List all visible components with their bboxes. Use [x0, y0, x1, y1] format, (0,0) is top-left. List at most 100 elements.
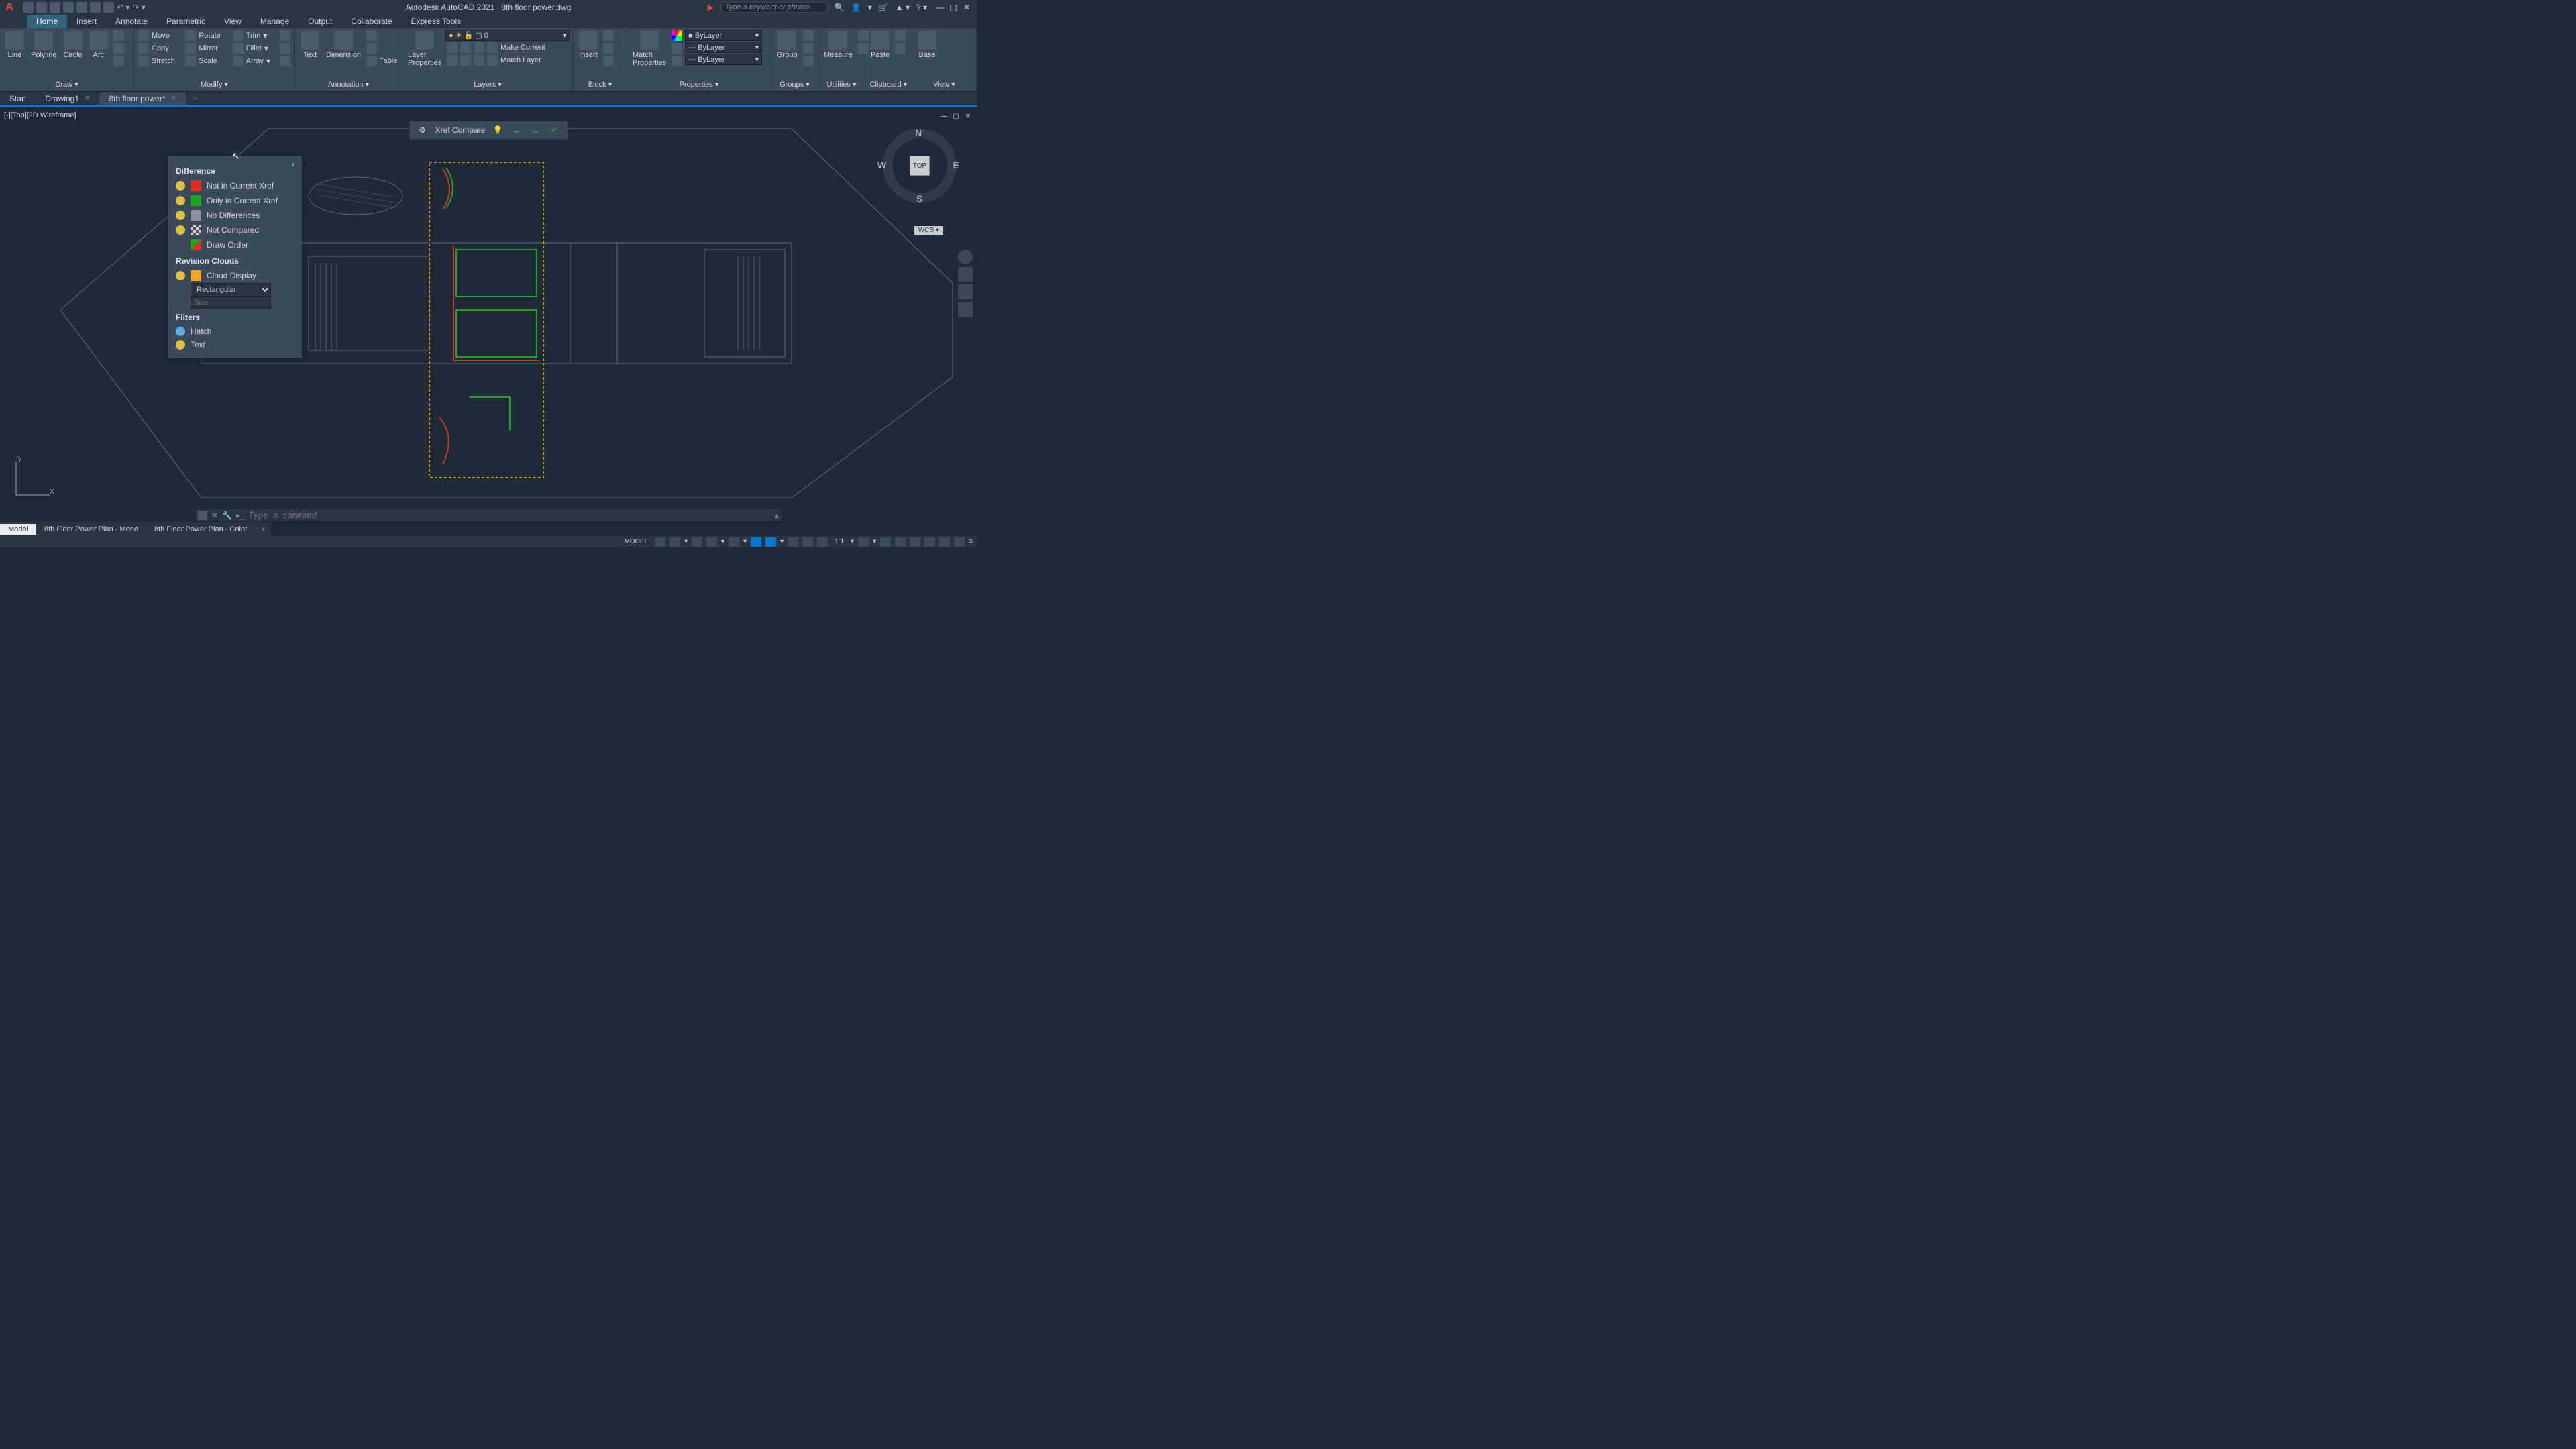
close-icon[interactable]: ✕	[85, 95, 90, 102]
lineweight-dropdown[interactable]: — ByLayer▾	[685, 42, 762, 53]
color-wheel-icon[interactable]	[670, 30, 684, 42]
array-button[interactable]: Array ▾	[231, 55, 277, 67]
no-differences-row[interactable]: No Differences	[176, 208, 294, 223]
tab-insert[interactable]: Insert	[67, 15, 106, 28]
circle-button[interactable]: Circle	[61, 30, 85, 60]
tab-express-tools[interactable]: Express Tools	[402, 15, 470, 28]
dimension-button[interactable]: Dimension	[323, 30, 364, 60]
qat-print-icon[interactable]	[103, 2, 114, 13]
status-cleanscreen-icon[interactable]	[954, 537, 965, 547]
bulb-icon[interactable]	[176, 196, 185, 205]
hatch-filter-row[interactable]: Hatch	[176, 325, 294, 338]
block-extra-2[interactable]	[602, 42, 615, 54]
viewcube-south[interactable]: S	[916, 193, 922, 204]
app-menu-dropdown[interactable]: ▾	[868, 3, 872, 12]
layout-tab-add[interactable]: +	[256, 525, 271, 534]
make-current-button[interactable]: Make Current	[445, 42, 570, 54]
viewcube-top-face[interactable]: TOP	[910, 156, 930, 176]
next-icon[interactable]: →	[529, 124, 541, 136]
navbar-pan-icon[interactable]	[958, 267, 973, 282]
panel-settings-icon[interactable]: ◐	[292, 160, 297, 169]
viewcube-west[interactable]: W	[877, 160, 886, 170]
leader-button[interactable]	[365, 30, 398, 42]
panel-groups-label[interactable]: Groups ▾	[774, 78, 815, 90]
linetype-icon[interactable]	[670, 55, 684, 67]
panel-clipboard-label[interactable]: Clipboard ▾	[868, 78, 909, 90]
scale-button[interactable]: Scale	[184, 55, 229, 67]
qat-plot-icon[interactable]	[90, 2, 101, 13]
checker-swatch[interactable]	[191, 225, 201, 235]
table-button[interactable]: Table	[365, 55, 398, 67]
qat-cloud-icon[interactable]	[76, 2, 87, 13]
measure-button[interactable]: Measure	[821, 30, 855, 60]
help-icon[interactable]: ? ▾	[916, 3, 927, 12]
green-swatch[interactable]	[191, 195, 201, 206]
tab-parametric[interactable]: Parametric	[157, 15, 215, 28]
cart-icon[interactable]: 🛒	[879, 3, 889, 12]
modify-extra-1[interactable]	[278, 30, 292, 42]
draw-order-swatch[interactable]	[191, 239, 201, 250]
search-play-icon[interactable]: ▶	[708, 3, 714, 12]
navbar-zoom-icon[interactable]	[958, 284, 973, 299]
bulb-icon[interactable]	[176, 327, 185, 336]
status-transparency-icon[interactable]	[802, 537, 813, 547]
color-dropdown[interactable]: ■ ByLayer▾	[685, 30, 762, 41]
status-osnap-icon[interactable]	[751, 537, 761, 547]
bulb-icon[interactable]	[176, 271, 185, 280]
layout-tab-mono[interactable]: 8th Floor Power Plan - Mono	[36, 524, 146, 535]
match-layer-button[interactable]: Match Layer	[445, 54, 570, 66]
command-input[interactable]	[249, 511, 771, 520]
status-dropdown-4[interactable]: ▾	[780, 538, 784, 545]
panel-utilities-label[interactable]: Utilities ▾	[821, 78, 862, 90]
layout-tab-color[interactable]: 8th Floor Power Plan - Color	[146, 524, 256, 535]
panel-annotation-label[interactable]: Annotation ▾	[298, 78, 399, 90]
minimize-button[interactable]: —	[934, 3, 946, 12]
status-dropdown-2[interactable]: ▾	[721, 538, 724, 545]
modify-extra-3[interactable]	[278, 55, 292, 67]
status-grid-icon[interactable]	[655, 537, 665, 547]
panel-layers-label[interactable]: Layers ▾	[405, 78, 570, 90]
status-units-icon[interactable]	[880, 537, 891, 547]
app-logo[interactable]: A	[0, 0, 19, 15]
viewcube-east[interactable]: E	[953, 160, 959, 170]
tab-output[interactable]: Output	[299, 15, 341, 28]
cloud-shape-dropdown[interactable]: Rectangular	[191, 283, 271, 297]
fillet-button[interactable]: Fillet ▾	[231, 42, 277, 54]
status-isodraft-icon[interactable]	[729, 537, 739, 547]
viewcube[interactable]: TOP N S E W	[883, 129, 957, 203]
status-lockui-icon[interactable]	[910, 537, 920, 547]
cloud-size-input[interactable]	[191, 297, 271, 309]
qat-open-icon[interactable]	[36, 2, 47, 13]
status-3dosnap-icon[interactable]	[765, 537, 776, 547]
base-view-button[interactable]: Base	[915, 30, 939, 60]
panel-view-label[interactable]: View ▾	[915, 78, 973, 90]
drawing-viewport[interactable]: [-][Top][2D Wireframe] — ▢ ✕	[0, 109, 977, 522]
red-swatch[interactable]	[191, 180, 201, 191]
user-icon[interactable]: 👤	[851, 3, 861, 12]
lightbulb-icon[interactable]: 💡	[492, 124, 504, 136]
text-button[interactable]: Text	[298, 30, 322, 60]
modify-extra-2[interactable]	[278, 42, 292, 54]
status-ortho-icon[interactable]	[692, 537, 702, 547]
gray-swatch[interactable]	[191, 210, 201, 221]
navbar-wheel-icon[interactable]	[958, 250, 973, 264]
block-extra-1[interactable]	[602, 30, 615, 42]
status-dropdown-1[interactable]: ▾	[684, 538, 688, 545]
search-icon[interactable]: 🔍	[835, 3, 845, 12]
status-cycle-icon[interactable]	[817, 537, 828, 547]
close-icon[interactable]: ✕	[170, 95, 176, 102]
file-tab-drawing1[interactable]: Drawing1✕	[36, 92, 99, 105]
bulb-icon[interactable]	[176, 340, 185, 350]
arc-button[interactable]: Arc	[87, 30, 111, 60]
draw-extra-2[interactable]	[112, 42, 125, 54]
status-model[interactable]: MODEL	[622, 538, 651, 545]
polyline-button[interactable]: Polyline	[28, 30, 60, 60]
tab-annotate[interactable]: Annotate	[106, 15, 157, 28]
status-customize-icon[interactable]: ≡	[969, 538, 973, 545]
qat-undo-icon[interactable]: ↶ ▾	[117, 3, 129, 12]
previous-icon[interactable]: ←	[511, 124, 523, 136]
status-dropdown-5[interactable]: ▾	[851, 538, 854, 545]
paste-button[interactable]: Paste	[868, 30, 892, 60]
mirror-button[interactable]: Mirror	[184, 42, 229, 54]
text-filter-row[interactable]: Text	[176, 338, 294, 352]
